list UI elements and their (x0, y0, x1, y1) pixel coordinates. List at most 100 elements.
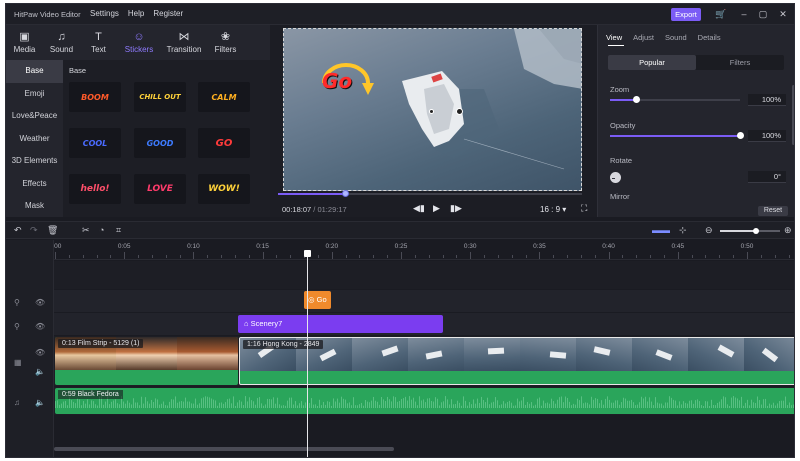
tab-text[interactable]: T Text (80, 25, 117, 59)
opacity-slider[interactable] (610, 132, 744, 139)
title-bar: HitPaw Video Editor Settings Help Regist… (6, 4, 794, 25)
pin-icon[interactable]: ⚲ (14, 298, 20, 307)
waveform-bar (667, 402, 668, 408)
tab-transition[interactable]: ⋈ Transition (161, 25, 207, 59)
sticker-item[interactable]: BOOM (69, 82, 121, 112)
waveform-bar (149, 403, 150, 408)
fullscreen-icon[interactable]: ⛶ (581, 203, 587, 214)
waveform-bar (495, 397, 496, 408)
tab-stickers[interactable]: ☺ Stickers (117, 25, 161, 59)
tab-media[interactable]: ▣ Media (6, 25, 43, 59)
segment-popular[interactable]: Popular (608, 55, 696, 70)
close-icon[interactable]: ✕ (777, 8, 789, 20)
segment-filters[interactable]: Filters (696, 55, 784, 70)
aspect-ratio-select[interactable]: 16 : 9 ▾ (540, 205, 566, 214)
slider-thumb[interactable] (633, 96, 640, 103)
audio-clip[interactable]: 0:59 Black Fedora (55, 388, 794, 414)
next-frame-icon[interactable]: ▮▶ (450, 203, 462, 214)
zoom-slider[interactable] (610, 96, 740, 103)
maximize-icon[interactable]: ▢ (757, 8, 769, 20)
rotate-knob[interactable] (610, 172, 621, 183)
category-love-peace[interactable]: Love&Peace (6, 105, 63, 128)
undo-icon[interactable]: ↶ (14, 225, 22, 236)
timeline-scrollbar[interactable] (54, 447, 394, 451)
delete-icon[interactable]: 🗑 (47, 225, 58, 236)
ruler-tick (290, 255, 292, 258)
sticker-item[interactable]: CHILL OUT (134, 82, 186, 112)
category-emoji[interactable]: Emoji (6, 83, 63, 106)
menu-settings[interactable]: Settings (90, 9, 119, 18)
video-preview[interactable]: Go (283, 28, 582, 191)
ruler-tick (497, 255, 499, 258)
transform-handle[interactable] (429, 109, 434, 114)
playhead-handle[interactable] (304, 250, 311, 257)
tab-sound[interactable]: Sound (665, 33, 687, 42)
sticker-item[interactable]: LOVE (134, 174, 186, 204)
sticker-overlay[interactable]: Go (316, 57, 374, 105)
pin-icon[interactable]: ⚲ (14, 322, 20, 331)
progress-thumb[interactable] (341, 190, 349, 197)
video-clip-film-strip[interactable]: 0:13 Film Strip - 5129 (1) (55, 337, 238, 385)
properties-scrollbar[interactable] (792, 85, 794, 145)
split-icon[interactable]: ✂ (82, 225, 90, 236)
waveform-bar (671, 397, 672, 408)
sticker-item[interactable]: CALM (198, 82, 250, 112)
rotate-handle[interactable] (456, 108, 463, 115)
crop-icon[interactable]: ⌗ (116, 225, 121, 236)
export-button[interactable]: Export (671, 8, 701, 21)
category-3d-elements[interactable]: 3D Elements (6, 150, 63, 173)
tab-filters[interactable]: ❀ Filters (207, 25, 244, 59)
opacity-input[interactable]: 100% (748, 130, 786, 142)
eye-icon[interactable]: 👁 (35, 348, 45, 357)
category-weather[interactable]: Weather (6, 128, 63, 151)
video-clip-hong-kong[interactable]: 1:16 Hong Kong - 2849 (239, 337, 794, 385)
tab-details[interactable]: Details (698, 33, 721, 42)
sticker-item[interactable]: WOW! (198, 174, 250, 204)
sticker-item[interactable]: COOL (69, 128, 121, 158)
waveform-bar (349, 402, 350, 408)
zoom-in-icon[interactable]: ⊕ (784, 225, 792, 236)
category-effects[interactable]: Effects (6, 173, 63, 196)
text-clip[interactable]: ⌂ Scenery7 (238, 315, 443, 333)
waveform-bar (451, 399, 452, 408)
speaker-icon[interactable]: 🔈 (35, 367, 45, 376)
prev-frame-icon[interactable]: ◀▮ (413, 203, 425, 214)
play-icon[interactable]: ▶ (433, 203, 440, 214)
menu-register[interactable]: Register (153, 9, 183, 18)
tab-adjust[interactable]: Adjust (633, 33, 654, 42)
ruler-tick (760, 255, 762, 258)
waveform-bar (793, 404, 794, 408)
timeline-zoom-slider[interactable] (720, 228, 780, 234)
category-mask[interactable]: Mask (6, 195, 63, 218)
zoom-thumb[interactable] (753, 228, 759, 234)
speed-icon[interactable]: ◔ (99, 225, 104, 235)
snap-icon[interactable]: ▬▬ (652, 225, 670, 235)
clip-label: 0:59 Black Fedora (58, 390, 123, 399)
preview-progress[interactable] (278, 190, 582, 197)
zoom-out-icon[interactable]: ⊖ (705, 225, 713, 236)
minimize-icon[interactable]: – (738, 8, 750, 20)
sticker-item[interactable]: GOOD (134, 128, 186, 158)
slider-thumb[interactable] (737, 132, 744, 139)
sticker-clip[interactable]: ◎ Go (304, 291, 331, 309)
waveform-bar (297, 405, 298, 408)
speaker-icon[interactable]: 🔈 (35, 398, 45, 407)
redo-icon[interactable]: ↷ (30, 225, 38, 236)
eye-icon[interactable]: 👁 (35, 298, 45, 307)
waveform-bar (551, 398, 552, 408)
waveform-bar (721, 399, 722, 408)
zoom-input[interactable]: 100% (748, 94, 786, 106)
sticker-item[interactable]: GO (198, 128, 250, 158)
rotate-input[interactable]: 0° (748, 171, 786, 183)
tab-sound[interactable]: ♫ Sound (43, 25, 80, 59)
eye-icon[interactable]: 👁 (35, 322, 45, 331)
category-base[interactable]: Base (6, 60, 63, 83)
sticker-item[interactable]: hello! (69, 174, 121, 204)
menu-help[interactable]: Help (128, 9, 144, 18)
fit-icon[interactable]: ⊹ (679, 225, 687, 236)
reset-button[interactable]: Reset (758, 206, 788, 216)
timeline-ruler[interactable]: 0:00 0:05 0:10 0:15 0:20 0:25 0:30 0:35 0:40 0:45… (49, 240, 794, 260)
cart-icon[interactable]: 🛒 (715, 8, 727, 20)
waveform-bar (83, 401, 84, 408)
tab-view[interactable]: View (606, 33, 622, 42)
